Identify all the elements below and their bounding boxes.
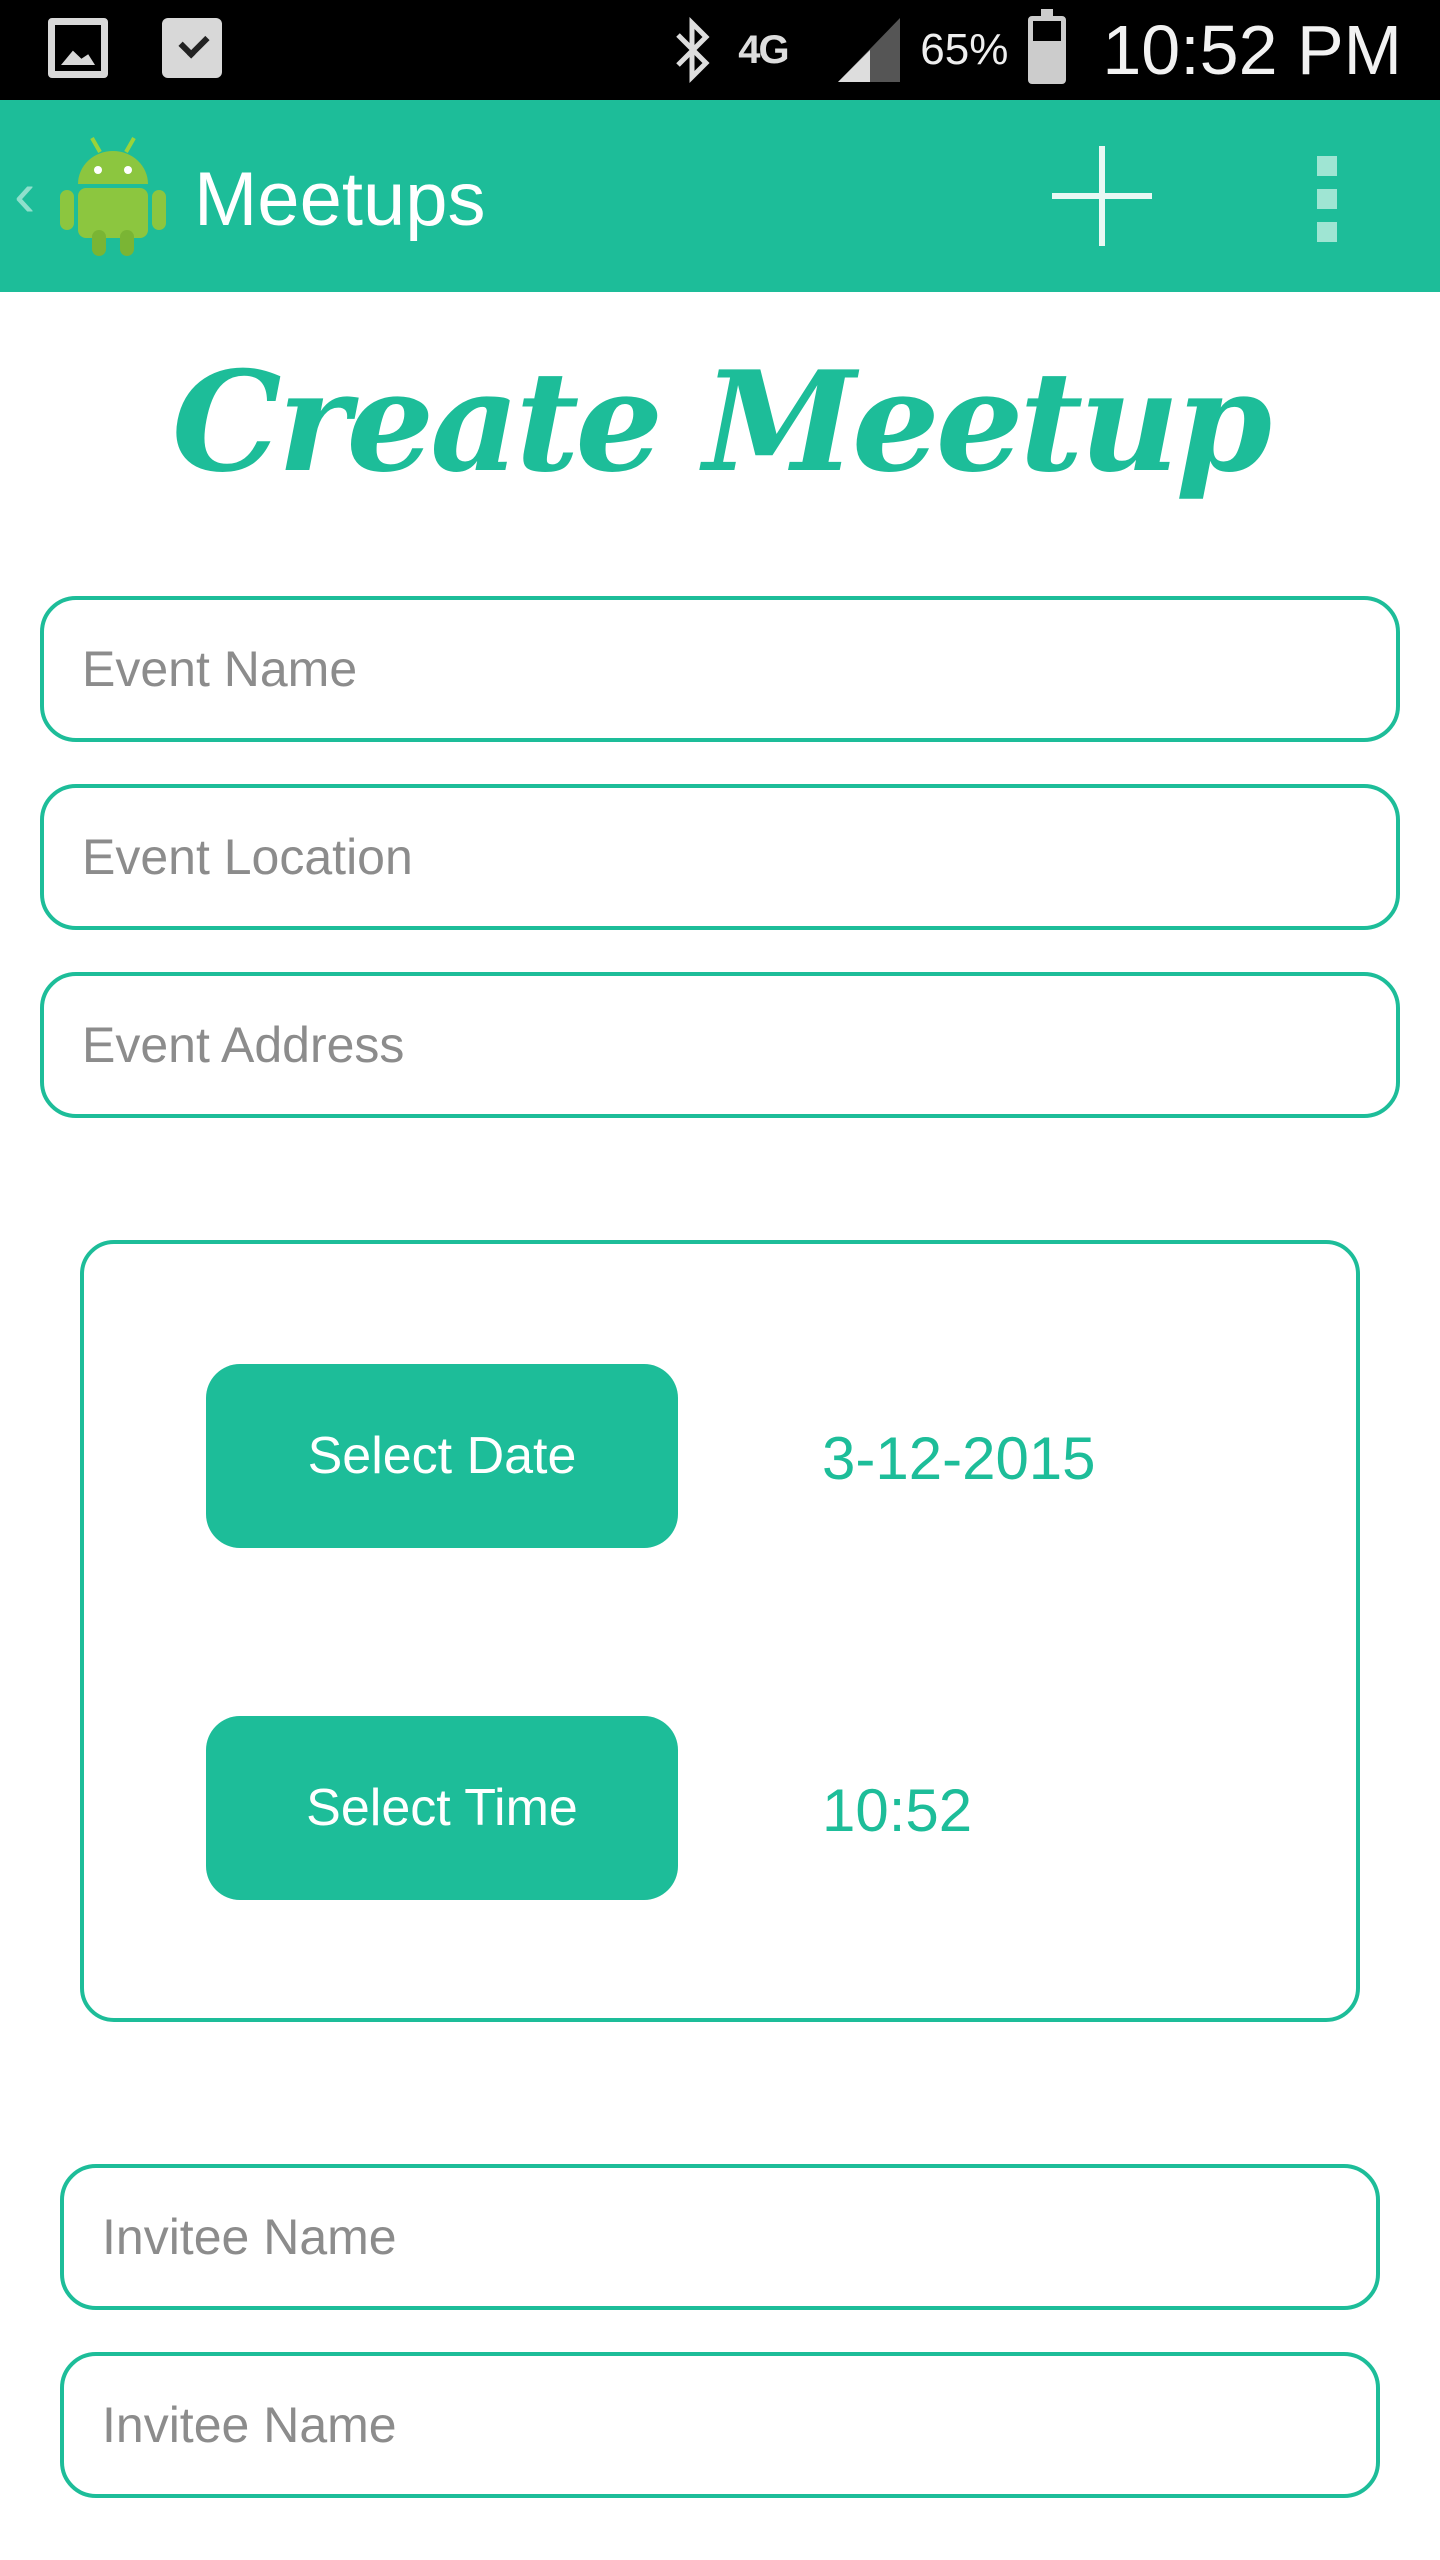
event-location-field-container [40,784,1400,930]
system-icons: 4G 65% 10:52 PM [668,0,1402,100]
event-name-field-container [40,596,1400,742]
back-icon[interactable]: ‹ [14,162,42,226]
invitee-name-field[interactable] [64,2356,1376,2494]
date-time-panel: Select Date 3-12-2015 Select Time 10:52 [80,1240,1360,2022]
event-address-field-container [40,972,1400,1118]
signal-icon [838,18,901,82]
battery-icon [1028,9,1067,84]
event-address-field[interactable] [44,976,1396,1114]
add-icon[interactable] [1052,146,1152,246]
action-bar: ‹ Meetups [0,100,1440,292]
select-date-button[interactable]: Select Date [206,1364,678,1548]
status-bar: 4G 65% 10:52 PM [0,0,1440,100]
battery-percent: 65% [920,25,1009,74]
event-location-field[interactable] [44,788,1396,926]
select-time-button[interactable]: Select Time [206,1716,678,1900]
tasks-icon [162,18,222,78]
gallery-icon [48,18,108,78]
android-logo-icon[interactable] [58,134,168,258]
selected-date: 3-12-2015 [822,1425,1096,1492]
bluetooth-icon [676,16,710,84]
overflow-menu-icon[interactable] [1312,156,1342,242]
selected-time: 10:52 [822,1777,973,1844]
lte-icon: 4G [738,27,789,72]
invitee-field-container [60,2352,1380,2498]
clock: 10:52 PM [1102,11,1402,89]
app-title: Meetups [194,157,486,242]
invitee-name-field[interactable] [64,2168,1376,2306]
invitee-field-container [60,2164,1380,2310]
event-name-field[interactable] [44,600,1396,738]
notification-icons [48,18,222,78]
page-title: Create Meetup [171,340,1272,503]
